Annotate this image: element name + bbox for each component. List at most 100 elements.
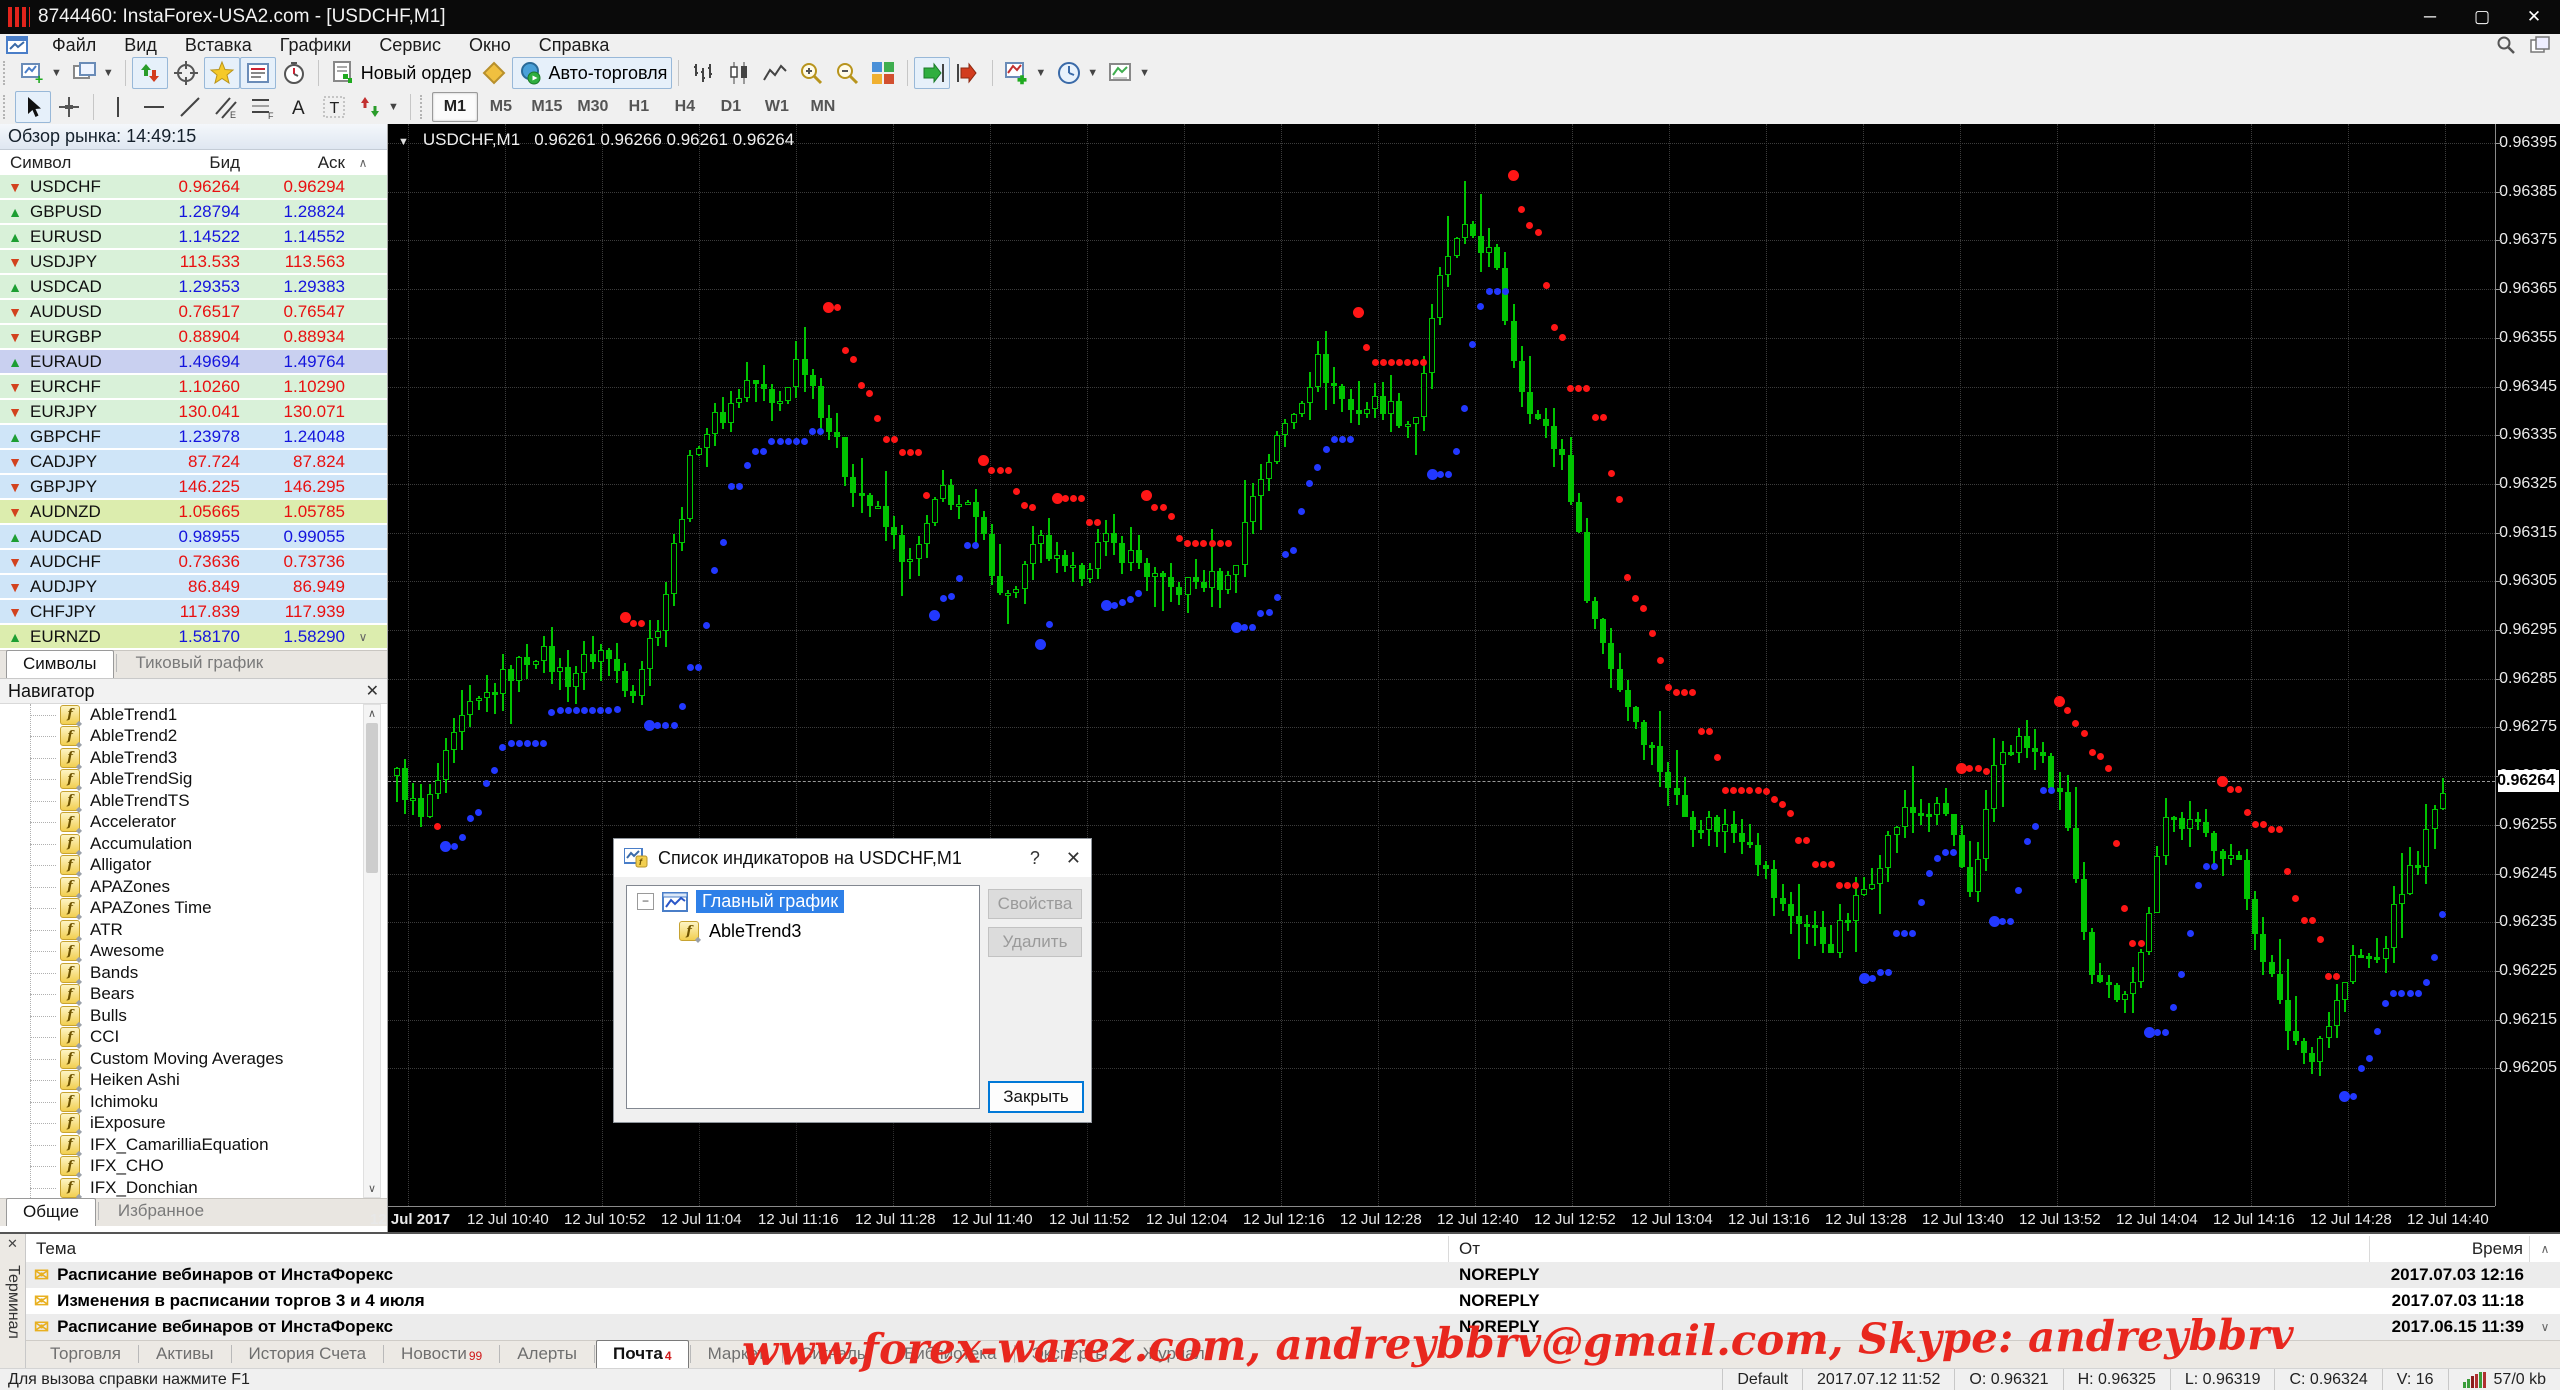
terminal-close-icon[interactable]: ✕ (7, 1236, 18, 1252)
navigator-item-label[interactable]: Accelerator (90, 812, 176, 832)
navigator-item-label[interactable]: iExposure (90, 1113, 166, 1133)
navigator-item-label[interactable]: IFX_CamarilliaEquation (90, 1135, 269, 1155)
delete-button[interactable]: Удалить (988, 927, 1082, 957)
navigator-close-icon[interactable]: ✕ (366, 681, 379, 701)
symbol-row-GBPCHF[interactable]: ▲GBPCHF1.239781.24048 (0, 425, 387, 448)
equidistant-channel-button[interactable]: E (208, 91, 244, 123)
navigator-item-label[interactable]: Heiken Ashi (90, 1070, 180, 1090)
navigator-item-AbleTrendSig[interactable]: fAbleTrendSig (0, 769, 360, 791)
price-axis[interactable]: 0.963950.963850.963750.963650.963550.963… (2495, 124, 2560, 1206)
chart-window-icon[interactable] (6, 36, 28, 54)
dialog-close-button[interactable]: ✕ (1066, 848, 1081, 869)
navigator-item-label[interactable]: Bands (90, 963, 138, 983)
terminal-side-label[interactable]: Терминал (4, 1265, 22, 1339)
properties-button[interactable]: Свойства (988, 889, 1082, 919)
navigator-item-label[interactable]: Custom Moving Averages (90, 1049, 283, 1069)
navigator-item-APAZones Time[interactable]: fAPAZones Time (0, 898, 360, 920)
scroll-up-icon[interactable]: ∧ (353, 156, 373, 170)
navigator-item-label[interactable]: AbleTrend2 (90, 726, 177, 746)
chart-line-button[interactable] (757, 57, 793, 89)
menu-Вид[interactable]: Вид (110, 35, 171, 56)
navigator-item-label[interactable]: AbleTrend1 (90, 705, 177, 725)
chart-menu-icon[interactable] (398, 130, 409, 150)
metaeditor-button[interactable] (476, 57, 512, 89)
col-symbol[interactable]: Символ (0, 153, 153, 173)
terminal-tab-История Счета[interactable]: История Счета (233, 1341, 383, 1368)
text-button[interactable]: A (280, 91, 316, 123)
timeframe-W1-button[interactable]: W1 (754, 92, 800, 122)
scroll-thumb[interactable] (366, 723, 378, 873)
symbol-row-AUDCHF[interactable]: ▼AUDCHF0.736360.73736 (0, 550, 387, 573)
timeframe-M5-button[interactable]: M5 (478, 92, 524, 122)
navigator-item-label[interactable]: Accumulation (90, 834, 192, 854)
collapse-icon[interactable]: − (637, 893, 654, 910)
cursor-button[interactable] (15, 91, 51, 123)
symbol-row-EURUSD[interactable]: ▲EURUSD1.145221.14552 (0, 225, 387, 248)
navigator-item-label[interactable]: APAZones (90, 877, 170, 897)
arrows-button[interactable]: ▼ (352, 91, 404, 123)
navigator-item-AbleTrend2[interactable]: fAbleTrend2 (0, 726, 360, 748)
navigator-item-AbleTrend3[interactable]: fAbleTrend3 (0, 747, 360, 769)
col-time[interactable]: Время (2370, 1236, 2530, 1262)
navigator-item-label[interactable]: Alligator (90, 855, 151, 875)
terminal-tab-Сигналы[interactable]: Сигналы (784, 1341, 885, 1368)
navigator-item-ATR[interactable]: fATR (0, 919, 360, 941)
navigator-toggle-button[interactable] (204, 57, 240, 89)
menu-Графики[interactable]: Графики (266, 35, 366, 56)
fibonacci-retracement-button[interactable]: F (244, 91, 280, 123)
scroll-up-icon[interactable]: ∧ (364, 707, 380, 720)
menu-Файл[interactable]: Файл (38, 35, 110, 56)
navigator-item-Accelerator[interactable]: fAccelerator (0, 812, 360, 834)
mail-row[interactable]: ✉Изменения в расписании торгов 3 и 4 июл… (26, 1288, 2560, 1314)
navigator-item-label[interactable]: Bears (90, 984, 134, 1004)
symbol-row-AUDCAD[interactable]: ▲AUDCAD0.989550.99055 (0, 525, 387, 548)
terminal-tab-Маркет[interactable]: Маркет (692, 1341, 782, 1368)
timeframe-H1-button[interactable]: H1 (616, 92, 662, 122)
tree-item-main-chart[interactable]: − Главный график (627, 886, 979, 916)
mail-row[interactable]: ✉Расписание вебинаров от ИнстаФорексNORE… (26, 1314, 2560, 1340)
dialog-indicator-tree[interactable]: − Главный график f AbleTrend3 (626, 885, 980, 1109)
market-watch-toggle-button[interactable] (132, 57, 168, 89)
maximize-button[interactable] (2456, 0, 2508, 34)
chevron-down-icon[interactable]: ▼ (103, 67, 114, 79)
terminal-tab-Библиотека[interactable]: Библиотека (888, 1341, 1012, 1368)
crosshair-button[interactable] (51, 91, 87, 123)
symbol-row-USDJPY[interactable]: ▼USDJPY113.533113.563 (0, 250, 387, 273)
tile-windows-button[interactable] (865, 57, 901, 89)
chevron-down-icon[interactable]: ▼ (388, 101, 399, 113)
menu-Справка[interactable]: Справка (525, 35, 624, 56)
chevron-down-icon[interactable]: ▼ (1139, 67, 1150, 79)
timeframe-D1-button[interactable]: D1 (708, 92, 754, 122)
tab-Тиковый график[interactable]: Тиковый график (119, 649, 281, 678)
chart-candles-button[interactable] (721, 57, 757, 89)
navigator-item-Heiken Ashi[interactable]: fHeiken Ashi (0, 1070, 360, 1092)
terminal-toggle-button[interactable] (240, 57, 276, 89)
strategy-tester-button[interactable] (276, 57, 312, 89)
tab-Общие[interactable]: Общие (6, 1198, 96, 1226)
navigator-item-Accumulation[interactable]: fAccumulation (0, 833, 360, 855)
symbol-row-GBPJPY[interactable]: ▼GBPJPY146.225146.295 (0, 475, 387, 498)
timeframe-M30-button[interactable]: M30 (570, 92, 616, 122)
timeframe-M1-button[interactable]: M1 (432, 92, 478, 122)
tab-Символы[interactable]: Символы (6, 650, 114, 678)
navigator-item-IFX_Donchian[interactable]: fIFX_Donchian (0, 1177, 360, 1198)
windows-icon[interactable] (2530, 36, 2550, 54)
horizontal-line-button[interactable] (136, 91, 172, 123)
symbol-row-AUDNZD[interactable]: ▼AUDNZD1.056651.05785 (0, 500, 387, 523)
scroll-down-icon[interactable]: ∨ (364, 1182, 380, 1195)
menu-Окно[interactable]: Окно (455, 35, 525, 56)
scroll-up-icon[interactable]: ∧ (2530, 1242, 2560, 1256)
scroll-down-icon[interactable]: ∨ (353, 630, 373, 644)
navigator-item-Bears[interactable]: fBears (0, 984, 360, 1006)
terminal-tab-Алерты[interactable]: Алерты (501, 1341, 593, 1368)
timeframe-MN-button[interactable]: MN (800, 92, 846, 122)
terminal-tab-Активы[interactable]: Активы (140, 1341, 230, 1368)
navigator-item-Bulls[interactable]: fBulls (0, 1005, 360, 1027)
timeframe-H4-button[interactable]: H4 (662, 92, 708, 122)
tab-Избранное[interactable]: Избранное (101, 1197, 221, 1226)
terminal-tab-Эксперты[interactable]: Эксперты (1016, 1341, 1124, 1368)
col-from[interactable]: От (1449, 1236, 2370, 1262)
symbol-row-AUDUSD[interactable]: ▼AUDUSD0.765170.76547 (0, 300, 387, 323)
mail-row[interactable]: ✉Расписание вебинаров от ИнстаФорексNORE… (26, 1262, 2560, 1288)
symbol-row-USDCHF[interactable]: ▼USDCHF0.962640.96294 (0, 175, 387, 198)
